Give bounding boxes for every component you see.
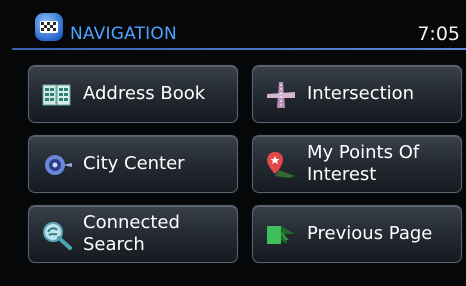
previous-page-button[interactable]: Previous Page bbox=[252, 205, 462, 263]
navigation-logo-icon bbox=[35, 13, 63, 41]
header-divider bbox=[12, 48, 466, 50]
city-center-label: City Center bbox=[83, 153, 185, 174]
address-book-label: Address Book bbox=[83, 83, 206, 104]
points-of-interest-label: My Points Of Interest bbox=[307, 142, 420, 185]
points-of-interest-button[interactable]: My Points Of Interest bbox=[252, 135, 462, 193]
address-book-icon bbox=[42, 84, 71, 106]
intersection-button[interactable]: Intersection bbox=[252, 65, 462, 123]
clock: 7:05 bbox=[417, 23, 460, 45]
city-center-button[interactable]: City Center bbox=[28, 135, 238, 193]
navigation-screen: NAVIGATION 7:05 Address Book Intersectio… bbox=[0, 0, 466, 286]
intersection-label: Intersection bbox=[307, 83, 415, 104]
previous-page-icon bbox=[267, 226, 295, 244]
header-bar: NAVIGATION 7:05 bbox=[0, 0, 466, 50]
intersection-icon bbox=[267, 82, 295, 108]
address-book-button[interactable]: Address Book bbox=[28, 65, 238, 123]
page-title: NAVIGATION bbox=[70, 24, 177, 44]
connected-search-label: Connected Search bbox=[83, 212, 180, 255]
city-center-icon bbox=[45, 155, 72, 175]
connected-search-icon bbox=[43, 222, 72, 250]
connected-search-button[interactable]: Connected Search bbox=[28, 205, 238, 263]
points-of-interest-icon bbox=[267, 152, 295, 178]
previous-page-label: Previous Page bbox=[307, 223, 433, 244]
